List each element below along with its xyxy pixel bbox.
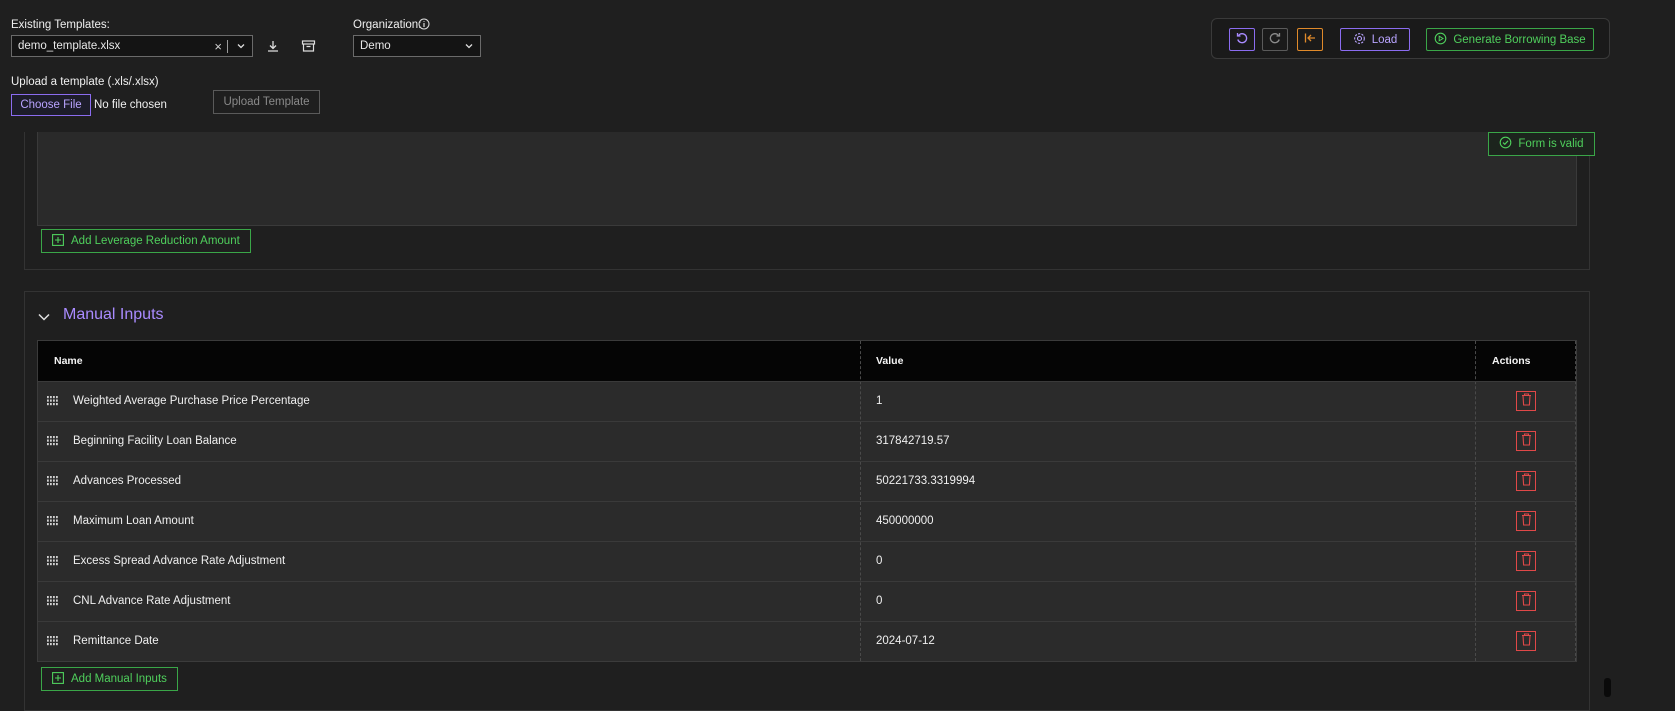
info-icon[interactable] [418,18,430,33]
header: Existing Templates: demo_template.xlsx ×… [0,0,1675,132]
check-circle-icon [1499,136,1512,152]
drag-handle-icon[interactable] [47,635,59,649]
row-name: Maximum Loan Amount [73,515,194,527]
drag-handle-icon[interactable] [47,395,59,409]
row-value[interactable]: 0 [876,595,882,607]
table-row[interactable]: Maximum Loan Amount 450000000 [38,501,1576,541]
upload-label: Upload a template (.xls/.xlsx) [11,76,159,88]
scrollbar-thumb[interactable] [1604,678,1611,697]
trash-icon [1521,393,1532,409]
manual-inputs-table: Name Value Actions Weighted Average Purc… [37,340,1577,662]
template-select[interactable]: demo_template.xlsx × [11,35,253,57]
drag-handle-icon[interactable] [47,515,59,529]
table-row[interactable]: Advances Processed 50221733.3319994 [38,461,1576,501]
column-header-name[interactable]: Name [54,355,83,367]
table-row[interactable]: Remittance Date 2024-07-12 [38,621,1576,661]
table-row[interactable]: Beginning Facility Loan Balance 317842719… [38,421,1576,461]
delete-button[interactable] [1516,391,1536,411]
row-name: Advances Processed [73,475,182,487]
drag-handle-icon[interactable] [47,435,59,449]
redo-icon [1268,31,1282,48]
archive-icon[interactable] [297,35,319,57]
undo-button[interactable] [1229,28,1255,51]
drag-handle-icon[interactable] [47,555,59,569]
redo-button[interactable] [1262,28,1288,51]
chevron-down-icon[interactable] [37,310,51,327]
table-header: Name Value Actions [38,341,1576,381]
table-row[interactable]: CNL Advance Rate Adjustment 0 [38,581,1576,621]
upload-template-button[interactable]: Upload Template [213,90,320,114]
add-manual-inputs-label: Add Manual Inputs [71,673,167,685]
row-value[interactable]: 50221733.3319994 [876,475,975,487]
row-name: Remittance Date [73,635,159,647]
delete-button[interactable] [1516,511,1536,531]
row-value[interactable]: 1 [876,395,882,407]
row-name: CNL Advance Rate Adjustment [73,595,231,607]
add-manual-inputs-button[interactable]: Add Manual Inputs [41,667,178,691]
row-value[interactable]: 317842719.57 [876,435,950,447]
undo-icon [1235,31,1249,48]
add-leverage-reduction-button[interactable]: Add Leverage Reduction Amount [41,229,251,253]
organization-select-value: Demo [360,40,391,52]
arrow-left-to-line-icon [1303,31,1317,48]
download-icon[interactable] [262,35,284,57]
row-name: Weighted Average Purchase Price Percenta… [73,395,310,407]
collapse-panel-button[interactable] [1297,28,1323,51]
gear-icon [1353,32,1366,48]
delete-button[interactable] [1516,471,1536,491]
trash-icon [1521,473,1532,489]
row-name: Excess Spread Advance Rate Adjustment [73,555,286,567]
delete-button[interactable] [1516,591,1536,611]
trash-icon [1521,593,1532,609]
template-select-value: demo_template.xlsx [18,40,121,52]
delete-button[interactable] [1516,631,1536,651]
delete-button[interactable] [1516,551,1536,571]
no-file-chosen-text: No file chosen [94,99,167,111]
form-valid-badge: Form is valid [1488,132,1595,156]
plus-square-icon [52,233,64,249]
drag-handle-icon[interactable] [47,595,59,609]
play-circle-icon [1434,32,1447,48]
table-row[interactable]: Weighted Average Purchase Price Percenta… [38,381,1576,421]
leverage-reduction-area [37,132,1577,226]
form-valid-text: Form is valid [1518,138,1584,150]
load-button[interactable]: Load [1340,28,1410,51]
trash-icon [1521,433,1532,449]
drag-handle-icon[interactable] [47,475,59,489]
trash-icon [1521,513,1532,529]
table-row[interactable]: Excess Spread Advance Rate Adjustment 0 [38,541,1576,581]
row-value[interactable]: 450000000 [876,515,934,527]
choose-file-button[interactable]: Choose File [11,94,91,116]
existing-templates-label: Existing Templates: [11,19,110,31]
manual-inputs-title[interactable]: Manual Inputs [63,306,164,324]
select-divider [227,40,228,53]
row-value[interactable]: 0 [876,555,882,567]
chevron-down-icon[interactable] [236,41,246,54]
generate-borrowing-base-button[interactable]: Generate Borrowing Base [1426,28,1594,51]
row-value[interactable]: 2024-07-12 [876,635,935,647]
row-name: Beginning Facility Loan Balance [73,435,237,447]
toolbar: Load Generate Borrowing Base [1211,18,1610,59]
column-header-value[interactable]: Value [876,355,903,367]
trash-icon [1521,633,1532,649]
clear-icon[interactable]: × [214,39,222,54]
delete-button[interactable] [1516,431,1536,451]
generate-button-label: Generate Borrowing Base [1453,33,1586,46]
column-header-actions: Actions [1492,355,1531,367]
organization-label: Organization: [353,19,422,31]
add-leverage-reduction-label: Add Leverage Reduction Amount [71,235,240,247]
load-button-label: Load [1371,33,1398,46]
trash-icon [1521,553,1532,569]
plus-square-icon [52,671,64,687]
organization-select[interactable]: Demo [353,35,481,57]
chevron-down-icon[interactable] [464,41,474,54]
